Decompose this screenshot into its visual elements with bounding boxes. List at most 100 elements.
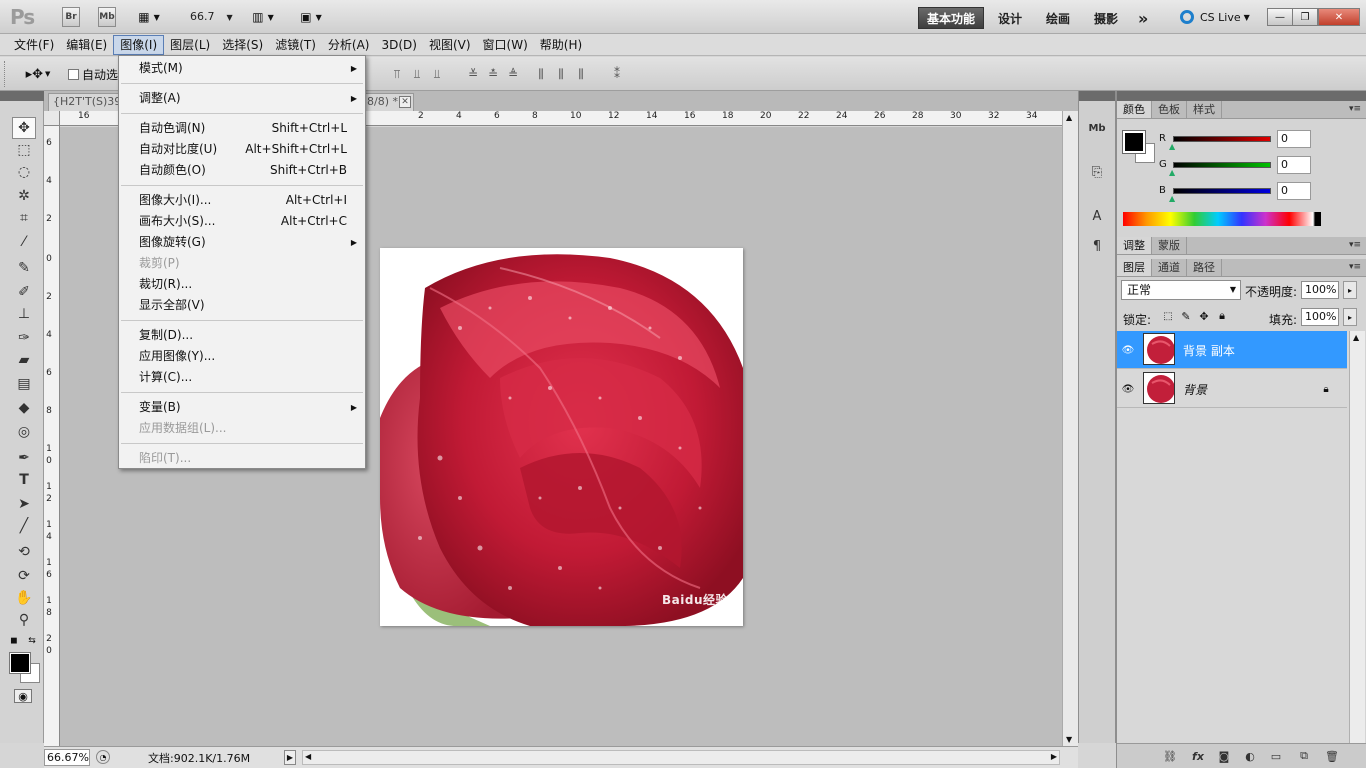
clone-stamp-tool-icon[interactable]: ⊥ (12, 303, 36, 325)
tab-channels[interactable]: 通道 (1152, 259, 1187, 276)
eye-icon[interactable]: 👁︎ (1121, 343, 1135, 357)
layer-name[interactable]: 背景 副本 (1183, 342, 1235, 359)
new-group-icon[interactable]: ▭ (1267, 748, 1285, 764)
more-workspaces-button[interactable]: » (1130, 7, 1156, 29)
auto-select-checkbox[interactable]: 自动选 (68, 66, 118, 83)
channel-value-field[interactable]: 0 (1277, 182, 1311, 200)
zoom-level[interactable]: 66.7 ▼ (190, 10, 233, 23)
menu-image[interactable]: 图像(I) (113, 34, 165, 55)
menu-view[interactable]: 视图(V) (423, 35, 477, 55)
close-document-icon[interactable]: ✕ (399, 96, 411, 108)
status-info-icon[interactable]: ◔ (96, 750, 110, 764)
distribute-bottom-icon[interactable]: ≜ (504, 65, 522, 83)
channel-slider[interactable] (1173, 188, 1271, 194)
fill-slider-icon[interactable]: ▸ (1343, 308, 1357, 326)
type-tool-icon[interactable]: T (12, 469, 36, 491)
channel-slider[interactable] (1173, 136, 1271, 142)
dodge-tool-icon[interactable]: ◎ (12, 421, 36, 443)
vertical-ruler[interactable]: 64202468101214161820 (44, 126, 60, 746)
new-layer-icon[interactable]: ⧉ (1295, 748, 1313, 764)
3d-rotate-tool-icon[interactable]: ⟲ (12, 541, 36, 563)
lock-transparent-icon[interactable]: ⬚ (1161, 309, 1175, 323)
lasso-tool-icon[interactable]: ◌ (12, 161, 36, 183)
tab-paths[interactable]: 路径 (1187, 259, 1222, 276)
canvas-vertical-scrollbar[interactable]: ▲ ▼ (1062, 111, 1078, 746)
bridge-button[interactable]: Br (62, 7, 80, 27)
image-menu-item[interactable]: 调整(A) ▶ (119, 88, 365, 109)
align-bottom-icon[interactable]: ⫫ (428, 65, 446, 83)
scroll-left-icon[interactable]: ◀ (305, 752, 311, 761)
channel-slider[interactable] (1173, 162, 1271, 168)
line-tool-icon[interactable]: ╱ (12, 515, 36, 537)
menu-help[interactable]: 帮助(H) (534, 35, 588, 55)
color-spectrum-bar[interactable] (1123, 212, 1321, 226)
image-menu-item[interactable]: 图像大小(I)... Alt+Ctrl+I (119, 190, 365, 211)
layer-style-icon[interactable]: fx (1189, 748, 1207, 764)
view-extras-menu[interactable]: ▦ ▼ (132, 8, 166, 26)
mini-bridge-button[interactable]: Mb (98, 7, 116, 27)
distribute-center-icon[interactable]: ≛ (484, 65, 502, 83)
lock-pixels-icon[interactable]: ✎ (1179, 309, 1193, 323)
tab-color[interactable]: 颜色 (1117, 101, 1152, 118)
image-menu-item[interactable]: 画布大小(S)... Alt+Ctrl+C (119, 211, 365, 232)
image-menu-item[interactable]: 复制(D)... (119, 325, 365, 346)
blur-tool-icon[interactable]: ◆ (12, 397, 36, 419)
3d-orbit-tool-icon[interactable]: ⟳ (12, 565, 36, 587)
workspace-design[interactable]: 设计 (990, 7, 1030, 29)
channel-slider-thumb-icon[interactable]: ▲ (1169, 142, 1175, 151)
cs-live-menu[interactable]: CS Live ▼ (1180, 10, 1250, 24)
tab-adjustments[interactable]: 调整 (1117, 237, 1152, 254)
image-menu-item[interactable]: 显示全部(V) (119, 295, 365, 316)
image-menu-item[interactable]: 图像旋转(G) ▶ (119, 232, 365, 253)
image-menu-item[interactable]: 应用图像(Y)... (119, 346, 365, 367)
scroll-up-icon[interactable]: ▲ (1066, 113, 1072, 122)
options-bar-grip[interactable] (4, 61, 8, 87)
crop-tool-icon[interactable]: ⌗ (12, 207, 36, 229)
tab-styles[interactable]: 样式 (1187, 101, 1222, 118)
hand-tool-icon[interactable]: ✋ (12, 587, 36, 609)
layers-panel-menu-icon[interactable]: ▾≡ (1349, 262, 1361, 272)
menu-filter[interactable]: 滤镜(T) (269, 35, 322, 55)
channel-slider-thumb-icon[interactable]: ▲ (1169, 168, 1175, 177)
paragraph-panel-icon[interactable]: ¶ (1085, 235, 1109, 257)
distribute-left-icon[interactable]: ⫼ (532, 65, 550, 83)
menu-edit[interactable]: 编辑(E) (60, 35, 113, 55)
image-menu-item[interactable]: 自动对比度(U) Alt+Shift+Ctrl+L (119, 139, 365, 160)
path-selection-tool-icon[interactable]: ➤ (12, 493, 36, 515)
pen-tool-icon[interactable]: ✒ (12, 447, 36, 469)
layers-scrollbar[interactable]: ▲ (1349, 331, 1365, 743)
icon-strip-header[interactable] (1079, 91, 1115, 101)
zoom-field[interactable]: 66.67% (44, 749, 90, 766)
ruler-origin[interactable] (44, 111, 60, 126)
channel-value-field[interactable]: 0 (1277, 156, 1311, 174)
workspace-essentials[interactable]: 基本功能 (918, 7, 985, 29)
eraser-tool-icon[interactable]: ▰ (12, 349, 36, 371)
layers-scroll-up-icon[interactable]: ▲ (1353, 333, 1359, 342)
menu-file[interactable]: 文件(F) (8, 35, 60, 55)
close-button[interactable]: ✕ (1318, 8, 1360, 26)
quick-selection-tool-icon[interactable]: ✲ (12, 185, 36, 207)
blend-mode-select[interactable]: 正常 ▼ (1121, 280, 1241, 300)
workspace-photography[interactable]: 摄影 (1086, 7, 1126, 29)
tab-layers[interactable]: 图层 (1117, 259, 1152, 276)
move-tool-icon[interactable]: ✥ (12, 117, 36, 139)
tab-masks[interactable]: 蒙版 (1152, 237, 1187, 254)
image-menu-item[interactable]: 变量(B) ▶ (119, 397, 365, 418)
status-menu-arrow-icon[interactable]: ▶ (284, 750, 296, 765)
lock-position-icon[interactable]: ✥ (1197, 309, 1211, 323)
marquee-tool-icon[interactable]: ⬚ (12, 139, 36, 161)
zoom-tool-icon[interactable]: ⚲ (12, 609, 36, 631)
minimize-button[interactable]: — (1267, 8, 1293, 26)
color-fg-swatch[interactable] (1122, 130, 1146, 154)
swap-colors-icon[interactable]: ⇆ (26, 635, 38, 647)
move-tool-preset-picker[interactable]: ▸✥ ▼ (20, 65, 56, 83)
default-colors-icon[interactable]: ◼ (8, 635, 20, 647)
arrange-documents-menu[interactable]: ▥ ▼ (246, 8, 280, 26)
image-menu-item[interactable]: 计算(C)... (119, 367, 365, 388)
link-layers-icon[interactable]: ⛓ (1161, 748, 1179, 764)
brush-tool-icon[interactable]: ✐ (12, 281, 36, 303)
image-menu-item[interactable]: 自动色调(N) Shift+Ctrl+L (119, 118, 365, 139)
canvas-horizontal-scrollbar[interactable]: ◀ ▶ (302, 750, 1060, 765)
menu-analysis[interactable]: 分析(A) (322, 35, 376, 55)
align-top-icon[interactable]: ⫪ (388, 65, 406, 83)
